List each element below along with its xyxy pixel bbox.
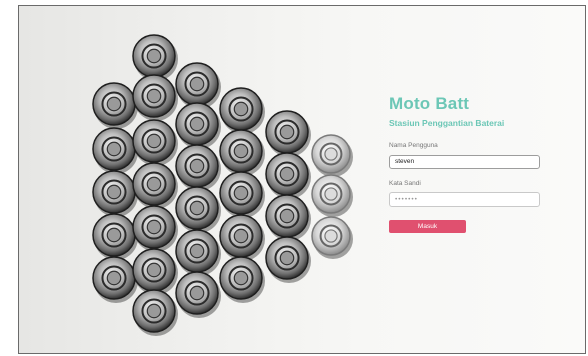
- battery-cap: [233, 228, 249, 244]
- battery-cap: [189, 116, 205, 132]
- battery-cap: [146, 262, 162, 278]
- battery-cap: [106, 141, 122, 157]
- battery-stack-image: [92, 34, 353, 336]
- battery-cap: [146, 219, 162, 235]
- battery-cap: [233, 185, 249, 201]
- password-input[interactable]: [389, 191, 540, 207]
- app-title: Moto Batt: [389, 94, 470, 113]
- battery-cap: [279, 208, 295, 224]
- battery-cap: [279, 166, 295, 182]
- battery-cap: [189, 76, 205, 92]
- battery-cap: [106, 184, 122, 200]
- battery-cap: [189, 243, 205, 259]
- battery-cap: [189, 200, 205, 216]
- battery-cap: [106, 227, 122, 243]
- battery-cap: [279, 124, 295, 140]
- battery-cap: [146, 133, 162, 149]
- battery-cap: [189, 158, 205, 174]
- battery-cap: [233, 270, 249, 286]
- password-label: Kata Sandi: [389, 179, 421, 187]
- login-panel: Moto Batt Stasiun Penggantian Baterai Na…: [389, 94, 564, 233]
- battery-cap: [233, 101, 249, 117]
- battery-cap: [106, 96, 122, 112]
- login-button[interactable]: Masuk: [389, 219, 466, 233]
- battery-cap: [233, 143, 249, 159]
- battery-cap: [189, 285, 205, 301]
- login-page: Moto Batt Stasiun Penggantian Baterai Na…: [18, 5, 586, 354]
- battery-cap: [324, 187, 338, 201]
- battery-cap: [279, 250, 295, 266]
- battery-cap: [146, 88, 162, 104]
- battery-cap: [324, 147, 338, 161]
- app-subtitle: Stasiun Penggantian Baterai: [389, 118, 505, 128]
- battery-cap: [146, 176, 162, 192]
- username-label: Nama Pengguna: [389, 142, 438, 149]
- battery-cap: [324, 229, 338, 243]
- battery-cap: [146, 48, 162, 64]
- battery-cap: [106, 270, 122, 286]
- battery-cap: [146, 303, 162, 319]
- username-input[interactable]: [389, 154, 540, 169]
